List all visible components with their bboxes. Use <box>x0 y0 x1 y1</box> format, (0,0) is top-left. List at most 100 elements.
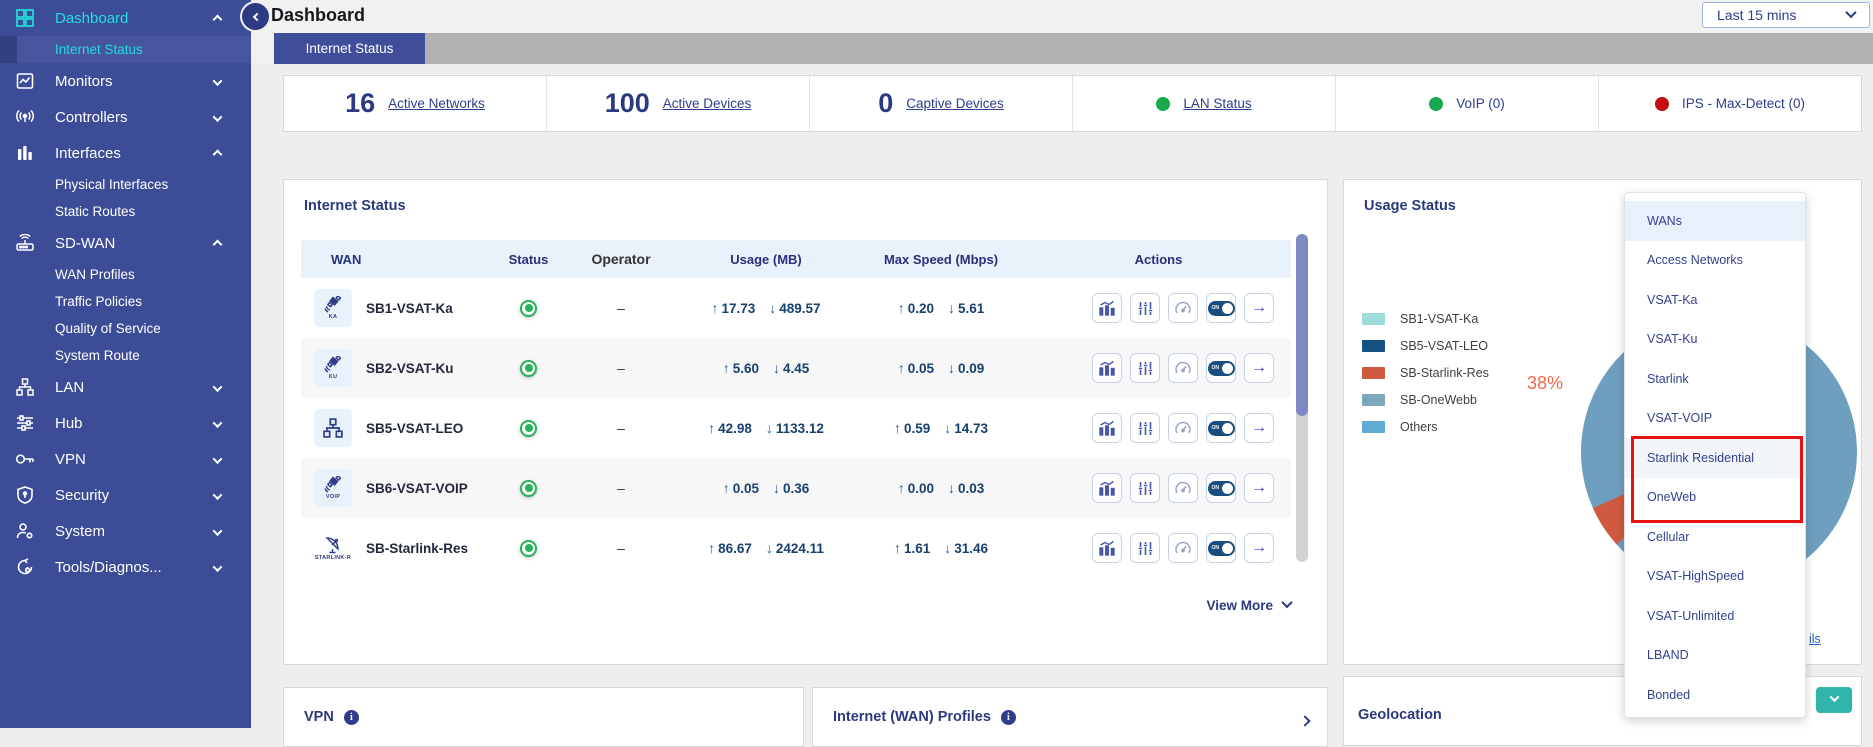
sidebar-item-monitors[interactable]: Monitors <box>0 63 251 99</box>
dropdown-item-lband[interactable]: LBAND <box>1625 636 1805 676</box>
sidebar-item-tools-diagnostics[interactable]: Tools/Diagnos... <box>0 549 251 585</box>
wan-details-button[interactable]: → <box>1244 473 1274 503</box>
dropdown-item-starlink-residential[interactable]: Starlink Residential <box>1625 438 1805 478</box>
table-scrollbar[interactable] <box>1296 234 1308 562</box>
wan-settings-button[interactable] <box>1130 473 1160 503</box>
wan-enable-toggle-button[interactable]: ON <box>1206 293 1236 323</box>
wan-settings-button[interactable] <box>1130 413 1160 443</box>
wan-settings-button[interactable] <box>1130 533 1160 563</box>
captive-devices-link[interactable]: Captive Devices <box>906 96 1004 111</box>
chart-icon <box>1099 360 1115 376</box>
wan-details-button[interactable]: → <box>1244 413 1274 443</box>
wan-settings-button[interactable] <box>1130 293 1160 323</box>
chevron-down-icon[interactable] <box>214 451 221 468</box>
sidebar-item-internet-status[interactable]: Internet Status <box>0 36 251 63</box>
wan-settings-button[interactable] <box>1130 353 1160 383</box>
expand-panel-button[interactable] <box>1301 712 1309 730</box>
chevron-down-icon[interactable] <box>214 559 221 576</box>
panel-title: Internet (WAN) Profiles i <box>833 709 1016 725</box>
chevron-up-icon[interactable] <box>214 235 221 252</box>
dropdown-item-oneweb[interactable]: OneWeb <box>1625 478 1805 518</box>
dropdown-item-vsat-unlimited[interactable]: VSAT-Unlimited <box>1625 596 1805 636</box>
sidebar-collapse-button[interactable] <box>242 3 269 30</box>
chevron-down-icon[interactable] <box>214 415 221 432</box>
sidebar-item-traffic-policies[interactable]: Traffic Policies <box>0 288 251 315</box>
geolocation-collapse-button[interactable] <box>1816 687 1852 713</box>
wan-enable-toggle-button[interactable]: ON <box>1206 473 1236 503</box>
wan-chart-button[interactable] <box>1092 293 1122 323</box>
speed-download: ↓14.73 <box>944 420 988 436</box>
sidebar-item-controllers[interactable]: Controllers <box>0 99 251 135</box>
panel-title: VPN i <box>304 709 359 725</box>
chevron-up-icon[interactable] <box>214 10 221 27</box>
summary-stats-bar: 16 Active Networks 100 Active Devices 0 … <box>283 75 1862 132</box>
wan-chart-button[interactable] <box>1092 533 1122 563</box>
sliders-icon <box>1138 541 1153 556</box>
wan-enable-toggle-button[interactable]: ON <box>1206 413 1236 443</box>
wan-speedtest-button[interactable] <box>1168 473 1198 503</box>
wan-details-button[interactable]: → <box>1244 533 1274 563</box>
sidebar-item-security[interactable]: Security <box>0 477 251 513</box>
chevron-up-icon[interactable] <box>214 145 221 162</box>
dropdown-item-vsat-highspeed[interactable]: VSAT-HighSpeed <box>1625 557 1805 597</box>
ips-link[interactable]: IPS - Max-Detect (0) <box>1682 96 1805 111</box>
wan-speedtest-button[interactable] <box>1168 413 1198 443</box>
sidebar-item-system-route[interactable]: System Route <box>0 342 251 369</box>
sidebar-item-sdwan[interactable]: SD-WAN <box>0 225 251 261</box>
sidebar-item-interfaces[interactable]: Interfaces <box>0 135 251 171</box>
wan-details-button[interactable]: → <box>1244 293 1274 323</box>
active-devices-link[interactable]: Active Devices <box>663 96 752 111</box>
sidebar-item-wan-profiles[interactable]: WAN Profiles <box>0 261 251 288</box>
lan-network-icon <box>314 409 352 447</box>
wan-chart-button[interactable] <box>1092 413 1122 443</box>
chevron-down-icon[interactable] <box>214 523 221 540</box>
chevron-down-icon[interactable] <box>214 379 221 396</box>
dropdown-item-access-networks[interactable]: Access Networks <box>1625 241 1805 281</box>
wan-chart-button[interactable] <box>1092 353 1122 383</box>
info-icon[interactable]: i <box>344 710 359 725</box>
time-range-select[interactable]: Last 15 mins <box>1702 2 1870 28</box>
sidebar-item-hub[interactable]: Hub <box>0 405 251 441</box>
wan-details-button[interactable]: → <box>1244 353 1274 383</box>
stat-active-networks: 16 Active Networks <box>284 76 547 131</box>
usage-download: ↓0.36 <box>773 480 809 496</box>
sidebar-item-lan[interactable]: LAN <box>0 369 251 405</box>
scrollbar-thumb[interactable] <box>1296 234 1308 416</box>
sidebar-item-vpn[interactable]: VPN <box>0 441 251 477</box>
sidebar-item-dashboard[interactable]: Dashboard <box>0 0 251 36</box>
wan-speedtest-button[interactable] <box>1168 533 1198 563</box>
dropdown-item-cellular[interactable]: Cellular <box>1625 517 1805 557</box>
dropdown-item-wans[interactable]: WANs <box>1625 201 1805 241</box>
gauge-icon <box>1175 421 1191 435</box>
down-arrow-icon: ↓ <box>766 420 773 436</box>
wan-speedtest-button[interactable] <box>1168 293 1198 323</box>
details-link-partial[interactable]: ils <box>1809 632 1821 646</box>
dropdown-item-vsat-ku[interactable]: VSAT-Ku <box>1625 320 1805 360</box>
wan-enable-toggle-button[interactable]: ON <box>1206 533 1236 563</box>
voip-link[interactable]: VoIP (0) <box>1456 96 1505 111</box>
wan-chart-button[interactable] <box>1092 473 1122 503</box>
view-more-link[interactable]: View More <box>1206 598 1291 613</box>
chevron-down-icon[interactable] <box>214 109 221 126</box>
toggle-on-switch: ON <box>1208 361 1235 376</box>
dropdown-item-vsat-ka[interactable]: VSAT-Ka <box>1625 280 1805 320</box>
wan-speedtest-button[interactable] <box>1168 353 1198 383</box>
up-arrow-icon: ↑ <box>898 480 905 496</box>
sidebar-item-system[interactable]: System <box>0 513 251 549</box>
dropdown-item-starlink[interactable]: Starlink <box>1625 359 1805 399</box>
sliders-icon <box>1138 361 1153 376</box>
dropdown-item-vsat-voip[interactable]: VSAT-VOIP <box>1625 399 1805 439</box>
usage-download: ↓1133.12 <box>766 420 824 436</box>
chevron-down-icon[interactable] <box>214 73 221 90</box>
dropdown-item-bonded[interactable]: Bonded <box>1625 675 1805 715</box>
sidebar-item-physical-interfaces[interactable]: Physical Interfaces <box>0 171 251 198</box>
chevron-down-icon[interactable] <box>214 487 221 504</box>
active-networks-link[interactable]: Active Networks <box>388 96 485 111</box>
wan-name: SB5-VSAT-LEO <box>366 421 463 436</box>
lan-status-link[interactable]: LAN Status <box>1183 96 1251 111</box>
info-icon[interactable]: i <box>1001 710 1016 725</box>
sidebar-item-quality-of-service[interactable]: Quality of Service <box>0 315 251 342</box>
wan-enable-toggle-button[interactable]: ON <box>1206 353 1236 383</box>
sidebar-item-static-routes[interactable]: Static Routes <box>0 198 251 225</box>
tab-internet-status[interactable]: Internet Status <box>274 33 425 64</box>
